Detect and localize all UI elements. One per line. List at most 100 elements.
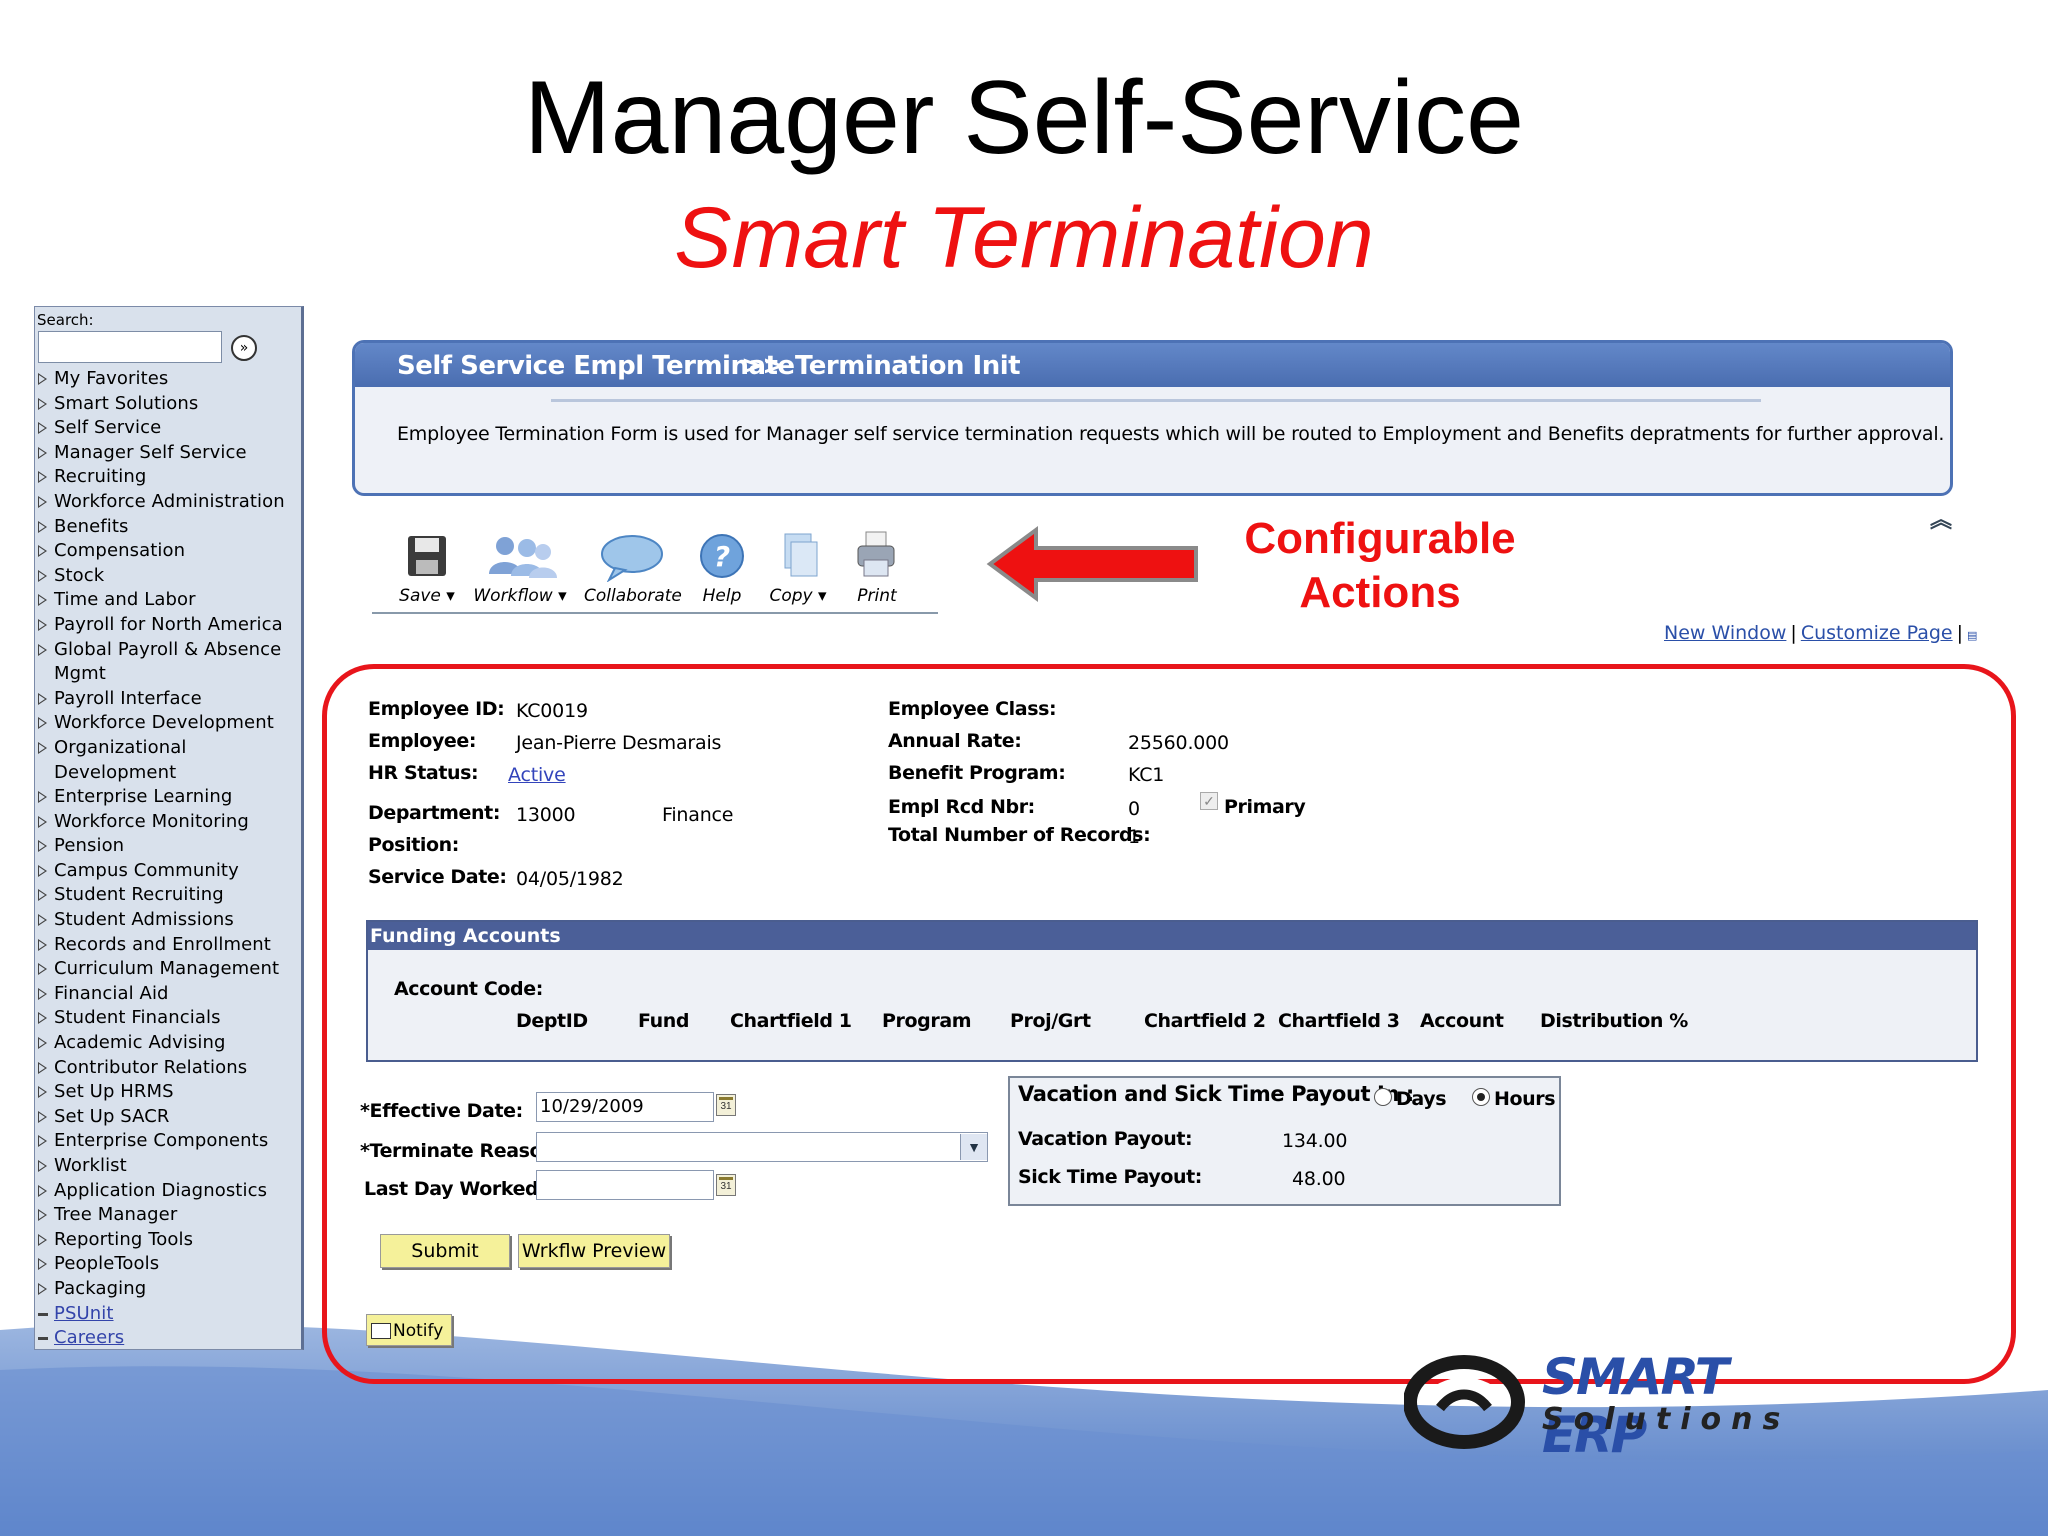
sidebar-item-student-financials[interactable]: Student Financials bbox=[37, 1006, 301, 1031]
annual-rate-label: Annual Rate: bbox=[888, 730, 1022, 752]
sidebar-item-curriculum-management[interactable]: Curriculum Management bbox=[37, 957, 301, 982]
expand-triangle-icon bbox=[38, 692, 47, 705]
sidebar-item-campus-community[interactable]: Campus Community bbox=[37, 859, 301, 884]
http-link-icon[interactable]: ▤ bbox=[1967, 629, 1977, 642]
page-description: Employee Termination Form is used for Ma… bbox=[397, 423, 1945, 445]
sidebar-item-packaging[interactable]: Packaging bbox=[37, 1277, 301, 1302]
sidebar-item-student-recruiting[interactable]: Student Recruiting bbox=[37, 883, 301, 908]
breadcrumb-self-service-empl-terminate[interactable]: Self Service Empl Terminate bbox=[397, 351, 795, 381]
sidebar-item-benefits[interactable]: Benefits bbox=[37, 515, 301, 540]
vacation-payout-value: 134.00 bbox=[1282, 1130, 1348, 1152]
search-go-icon[interactable]: » bbox=[231, 335, 257, 361]
sidebar-item-workforce-monitoring[interactable]: Workforce Monitoring bbox=[37, 810, 301, 835]
sidebar-item-label: Self Service bbox=[54, 417, 162, 439]
sick-payout-value: 48.00 bbox=[1292, 1168, 1346, 1190]
new-window-link[interactable]: New Window bbox=[1664, 622, 1786, 644]
expand-triangle-icon bbox=[38, 545, 47, 558]
breadcrumb-termination-init: Termination Init bbox=[795, 351, 1021, 381]
sidebar-item-organizational-development[interactable]: Organizational Development bbox=[37, 736, 301, 785]
copy-button[interactable]: Copy ▾ bbox=[760, 530, 836, 606]
save-button[interactable]: Save ▾ bbox=[392, 530, 462, 606]
sidebar-item-peopletools[interactable]: PeopleTools bbox=[37, 1252, 301, 1277]
hr-status-link[interactable]: Active bbox=[508, 764, 566, 786]
sidebar-item-stock[interactable]: Stock bbox=[37, 564, 301, 589]
service-date-value: 04/05/1982 bbox=[516, 868, 624, 890]
funding-accounts-panel: Funding Accounts Account Code: DeptID Fu… bbox=[366, 920, 1978, 1062]
workflow-people-icon bbox=[489, 537, 557, 578]
sidebar-item-recruiting[interactable]: Recruiting bbox=[37, 465, 301, 490]
dash-icon bbox=[38, 1312, 48, 1316]
sidebar-item-label: Records and Enrollment bbox=[54, 933, 271, 955]
sidebar-item-label: Enterprise Components bbox=[54, 1130, 269, 1152]
sidebar-item-self-service[interactable]: Self Service bbox=[37, 416, 301, 441]
effective-date-calendar-icon[interactable]: 31 bbox=[716, 1094, 736, 1116]
sidebar-item-payroll-for-north-america[interactable]: Payroll for North America bbox=[37, 613, 301, 638]
help-button[interactable]: ? Help bbox=[694, 530, 750, 606]
hours-label: Hours bbox=[1494, 1088, 1556, 1110]
collaborate-button[interactable]: Collaborate bbox=[584, 530, 682, 606]
expand-triangle-icon bbox=[38, 1110, 47, 1123]
sidebar-item-pension[interactable]: Pension bbox=[37, 834, 301, 859]
workflow-preview-button[interactable]: Wrkflw Preview bbox=[518, 1234, 670, 1268]
notify-button[interactable]: Notify bbox=[366, 1314, 452, 1346]
sidebar-item-academic-advising[interactable]: Academic Advising bbox=[37, 1031, 301, 1056]
customize-page-link[interactable]: Customize Page bbox=[1801, 622, 1953, 644]
sidebar-item-label: Curriculum Management bbox=[54, 958, 280, 980]
sidebar-item-set-up-hrms[interactable]: Set Up HRMS bbox=[37, 1080, 301, 1105]
terminate-reason-select[interactable] bbox=[536, 1132, 988, 1162]
sidebar-item-application-diagnostics[interactable]: Application Diagnostics bbox=[37, 1179, 301, 1204]
sidebar-item-label: Time and Labor bbox=[54, 589, 196, 611]
effective-date-input[interactable]: 10/29/2009 bbox=[536, 1092, 714, 1122]
sidebar-item-reporting-tools[interactable]: Reporting Tools bbox=[37, 1228, 301, 1253]
sidebar-item-manager-self-service[interactable]: Manager Self Service bbox=[37, 441, 301, 466]
total-records-label: Total Number of Records: bbox=[888, 824, 1151, 846]
sidebar-item-careers[interactable]: Careers bbox=[37, 1326, 301, 1349]
hours-radio[interactable] bbox=[1472, 1088, 1490, 1106]
sidebar-item-my-favorites[interactable]: My Favorites bbox=[37, 367, 301, 392]
sidebar-item-financial-aid[interactable]: Financial Aid bbox=[37, 982, 301, 1007]
sidebar-item-enterprise-learning[interactable]: Enterprise Learning bbox=[37, 785, 301, 810]
column-header-chartfield-3: Chartfield 3 bbox=[1278, 1010, 1400, 1032]
configurable-actions-annotation: Configurable Actions bbox=[1244, 514, 1516, 617]
last-day-calendar-icon[interactable]: 31 bbox=[716, 1174, 736, 1196]
search-input[interactable] bbox=[38, 331, 222, 363]
primary-checkbox[interactable]: ✓ bbox=[1200, 792, 1218, 810]
sidebar-item-label: PSUnit bbox=[54, 1302, 114, 1324]
svg-text:?: ? bbox=[714, 540, 730, 573]
sidebar-item-worklist[interactable]: Worklist bbox=[37, 1154, 301, 1179]
expand-triangle-icon bbox=[38, 422, 47, 435]
sidebar-item-payroll-interface[interactable]: Payroll Interface bbox=[37, 687, 301, 712]
sidebar-item-time-and-labor[interactable]: Time and Labor bbox=[37, 588, 301, 613]
sidebar-item-contributor-relations[interactable]: Contributor Relations bbox=[37, 1056, 301, 1081]
days-radio[interactable] bbox=[1374, 1088, 1392, 1106]
print-button[interactable]: Print bbox=[842, 530, 912, 606]
sidebar-item-label: Payroll for North America bbox=[54, 613, 283, 635]
sidebar-item-label: Workforce Monitoring bbox=[54, 810, 249, 832]
last-day-worked-input[interactable] bbox=[536, 1170, 714, 1200]
chevron-down-icon[interactable]: ▼ bbox=[960, 1134, 987, 1160]
effective-date-label: *Effective Date: bbox=[360, 1100, 523, 1122]
department-code: 13000 bbox=[516, 804, 576, 826]
sidebar-item-tree-manager[interactable]: Tree Manager bbox=[37, 1203, 301, 1228]
sidebar-item-student-admissions[interactable]: Student Admissions bbox=[37, 908, 301, 933]
expand-triangle-icon bbox=[38, 1184, 47, 1197]
page-header-panel: Self Service Empl Terminate >> Terminati… bbox=[352, 340, 1953, 496]
sidebar-item-psunit[interactable]: PSUnit bbox=[37, 1302, 301, 1327]
sidebar-item-enterprise-components[interactable]: Enterprise Components bbox=[37, 1129, 301, 1154]
sidebar-item-workforce-development[interactable]: Workforce Development bbox=[37, 711, 301, 736]
submit-button[interactable]: Submit bbox=[380, 1234, 510, 1268]
sidebar-item-global-payroll-absence-mgmt[interactable]: Global Payroll & Absence Mgmt bbox=[37, 638, 301, 687]
employee-id-label: Employee ID: bbox=[368, 698, 505, 720]
employee-name-label: Employee: bbox=[368, 730, 477, 752]
sidebar-item-smart-solutions[interactable]: Smart Solutions bbox=[37, 392, 301, 417]
sidebar-item-label: Packaging bbox=[54, 1277, 147, 1299]
sidebar-item-set-up-sacr[interactable]: Set Up SACR bbox=[37, 1105, 301, 1130]
expand-triangle-icon bbox=[38, 864, 47, 877]
expand-triangle-icon bbox=[38, 1086, 47, 1099]
sidebar-item-compensation[interactable]: Compensation bbox=[37, 539, 301, 564]
workflow-button[interactable]: Workflow ▾ bbox=[470, 530, 570, 606]
sidebar-item-workforce-administration[interactable]: Workforce Administration bbox=[37, 490, 301, 515]
sidebar-item-records-and-enrollment[interactable]: Records and Enrollment bbox=[37, 933, 301, 958]
collapse-up-icon[interactable]: ︽ bbox=[1930, 502, 1952, 534]
column-header-chartfield-1: Chartfield 1 bbox=[730, 1010, 852, 1032]
